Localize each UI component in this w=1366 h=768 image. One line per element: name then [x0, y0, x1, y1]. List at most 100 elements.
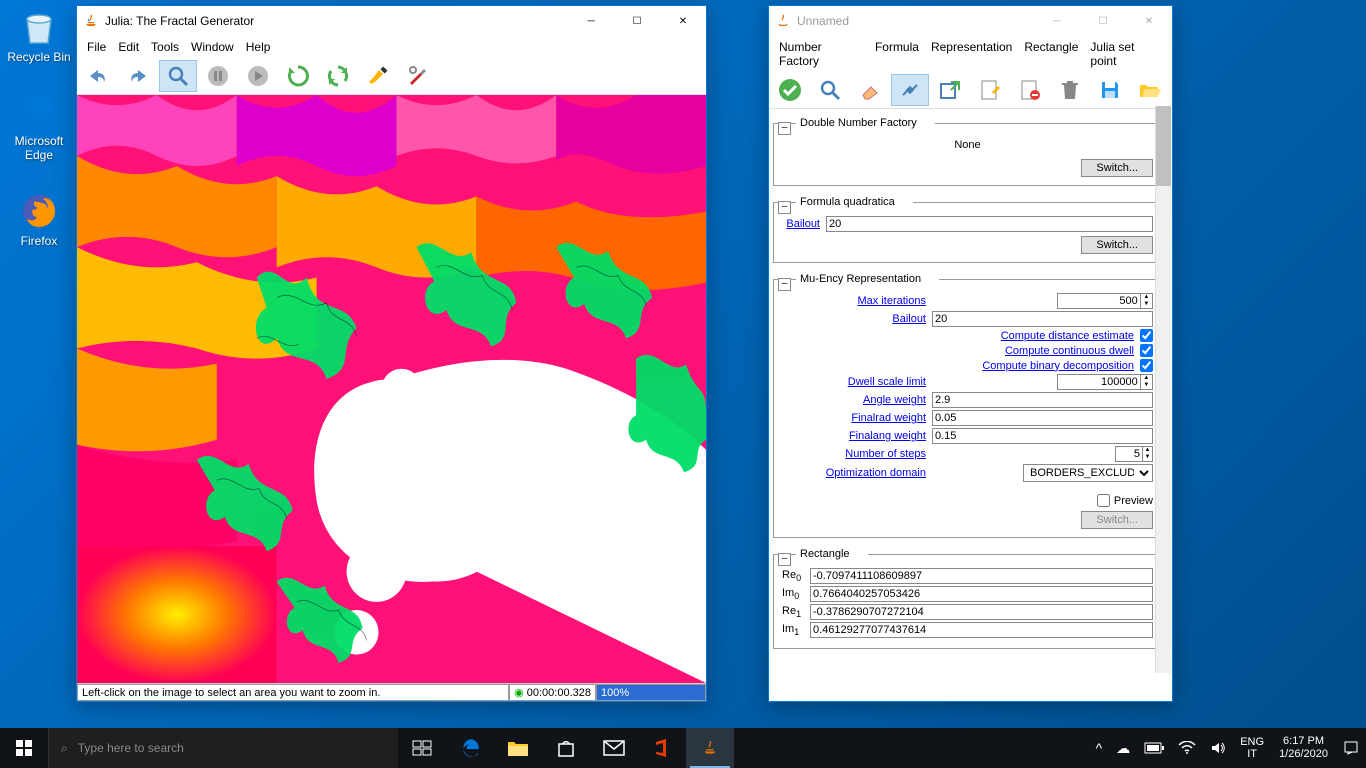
search-box[interactable]: ⌕ Type here to search	[48, 728, 398, 768]
edit-page-button[interactable]	[971, 74, 1009, 106]
input-formula-bailout[interactable]	[826, 216, 1153, 232]
highlight-button[interactable]	[359, 60, 397, 92]
taskbar-mail[interactable]	[590, 728, 638, 768]
input-finalrad[interactable]	[932, 410, 1153, 426]
tray-notifications-icon[interactable]	[1336, 728, 1366, 768]
menu-julia-point[interactable]: Julia set point	[1084, 38, 1168, 70]
play-button[interactable]	[239, 60, 277, 92]
label-angle[interactable]: Angle weight	[782, 394, 932, 406]
taskbar-store[interactable]	[542, 728, 590, 768]
tray-battery-icon[interactable]	[1137, 728, 1171, 768]
spinner-dwell[interactable]: ▲▼	[1141, 374, 1153, 390]
minimize-button[interactable]: ─	[568, 6, 614, 36]
label-dwell[interactable]: Dwell scale limit	[782, 376, 932, 388]
switch-double-factory[interactable]: Switch...	[1081, 159, 1153, 177]
switch-formula[interactable]: Switch...	[1081, 236, 1153, 254]
erase-button[interactable]	[851, 74, 889, 106]
group-rectangle: Rectangle Re0 Im0 Re1 Im1	[773, 548, 1162, 649]
start-button[interactable]	[0, 728, 48, 768]
refresh-button[interactable]	[279, 60, 317, 92]
input-re1[interactable]	[810, 604, 1153, 620]
spinner-max-iter[interactable]: ▲▼	[1141, 293, 1153, 309]
taskbar-edge[interactable]	[446, 728, 494, 768]
maximize-button[interactable]: ☐	[1080, 6, 1126, 36]
tray-language[interactable]: ENGIT	[1233, 728, 1271, 768]
fractal-canvas[interactable]	[77, 95, 706, 683]
minimize-button[interactable]: ─	[1034, 6, 1080, 36]
menu-rectangle[interactable]: Rectangle	[1018, 38, 1084, 70]
tray-volume-icon[interactable]	[1203, 728, 1233, 768]
props-titlebar[interactable]: Unnamed ─ ☐ ✕	[769, 6, 1172, 36]
save-button[interactable]	[1091, 74, 1129, 106]
zoom-props-button[interactable]	[811, 74, 849, 106]
switch-muency[interactable]: Switch...	[1081, 511, 1153, 529]
input-angle[interactable]	[932, 392, 1153, 408]
scroll-thumb[interactable]	[1156, 106, 1171, 186]
tools-button[interactable]	[399, 60, 437, 92]
input-re0[interactable]	[810, 568, 1153, 584]
taskbar-explorer[interactable]	[494, 728, 542, 768]
label-opt[interactable]: Optimization domain	[782, 467, 932, 479]
input-finalang[interactable]	[932, 428, 1153, 444]
delete-page-button[interactable]	[1011, 74, 1049, 106]
apply-button[interactable]	[771, 74, 809, 106]
pause-button[interactable]	[199, 60, 237, 92]
input-bailout-m[interactable]	[932, 311, 1153, 327]
label-bailout[interactable]: Bailout	[782, 218, 826, 230]
check-dist[interactable]	[1140, 329, 1153, 342]
main-titlebar[interactable]: Julia: The Fractal Generator ─ ☐ ✕	[77, 6, 706, 36]
menu-edit[interactable]: Edit	[112, 38, 145, 56]
taskbar-java[interactable]	[686, 728, 734, 768]
redo-button[interactable]	[119, 60, 157, 92]
status-message: Left-click on the image to select an are…	[77, 684, 509, 701]
menu-number-factory[interactable]: Number Factory	[773, 38, 869, 70]
label-dist[interactable]: Compute distance estimate	[782, 330, 1140, 342]
double-factory-value: None	[782, 135, 1153, 155]
maximize-button[interactable]: ☐	[614, 6, 660, 36]
desktop-icon-recycle-bin[interactable]: Recycle Bin	[2, 6, 76, 64]
input-im0[interactable]	[810, 586, 1153, 602]
scrollbar[interactable]	[1155, 106, 1171, 673]
menu-window[interactable]: Window	[185, 38, 240, 56]
input-im1[interactable]	[810, 622, 1153, 638]
select-opt[interactable]: BORDERS_EXCLUDED	[1023, 464, 1153, 482]
label-cont[interactable]: Compute continuous dwell	[782, 345, 1140, 357]
label-bin[interactable]: Compute binary decomposition	[782, 360, 1140, 372]
label-max-iter[interactable]: Max iterations	[782, 295, 932, 307]
label-finalang[interactable]: Finalang weight	[782, 430, 932, 442]
label-steps[interactable]: Number of steps	[782, 448, 932, 460]
trash-button[interactable]	[1051, 74, 1089, 106]
open-button[interactable]	[1131, 74, 1169, 106]
export-button[interactable]	[931, 74, 969, 106]
input-max-iter[interactable]	[1057, 293, 1141, 309]
desktop-icon-firefox[interactable]: Firefox	[2, 190, 76, 248]
tray-wifi-icon[interactable]	[1171, 728, 1203, 768]
input-dwell[interactable]	[1057, 374, 1141, 390]
tray-clock[interactable]: 6:17 PM1/26/2020	[1271, 735, 1336, 761]
label-finalrad[interactable]: Finalrad weight	[782, 412, 932, 424]
menu-tools[interactable]: Tools	[145, 38, 185, 56]
label-re1: Re1	[782, 605, 810, 619]
tray-onedrive-icon[interactable]: ☁	[1109, 728, 1137, 768]
check-bin[interactable]	[1140, 359, 1153, 372]
zoom-button[interactable]	[159, 60, 197, 92]
refresh2-button[interactable]	[319, 60, 357, 92]
desktop-icon-edge[interactable]: Microsoft Edge	[2, 90, 76, 162]
close-button[interactable]: ✕	[660, 6, 706, 36]
check-preview[interactable]	[1097, 494, 1110, 507]
menu-file[interactable]: File	[81, 38, 112, 56]
close-button[interactable]: ✕	[1126, 6, 1172, 36]
undo-button[interactable]	[79, 60, 117, 92]
tray-chevron-icon[interactable]: ^	[1089, 728, 1110, 768]
taskbar-office[interactable]	[638, 728, 686, 768]
task-view-button[interactable]	[398, 728, 446, 768]
input-steps[interactable]	[1115, 446, 1143, 462]
spinner-steps[interactable]: ▲▼	[1143, 446, 1153, 462]
check-cont[interactable]	[1140, 344, 1153, 357]
label-bailout-m[interactable]: Bailout	[782, 313, 932, 325]
menu-representation[interactable]: Representation	[925, 38, 1018, 70]
main-toolbar	[77, 58, 706, 95]
menu-help[interactable]: Help	[240, 38, 277, 56]
menu-formula[interactable]: Formula	[869, 38, 925, 70]
connect-button[interactable]	[891, 74, 929, 106]
